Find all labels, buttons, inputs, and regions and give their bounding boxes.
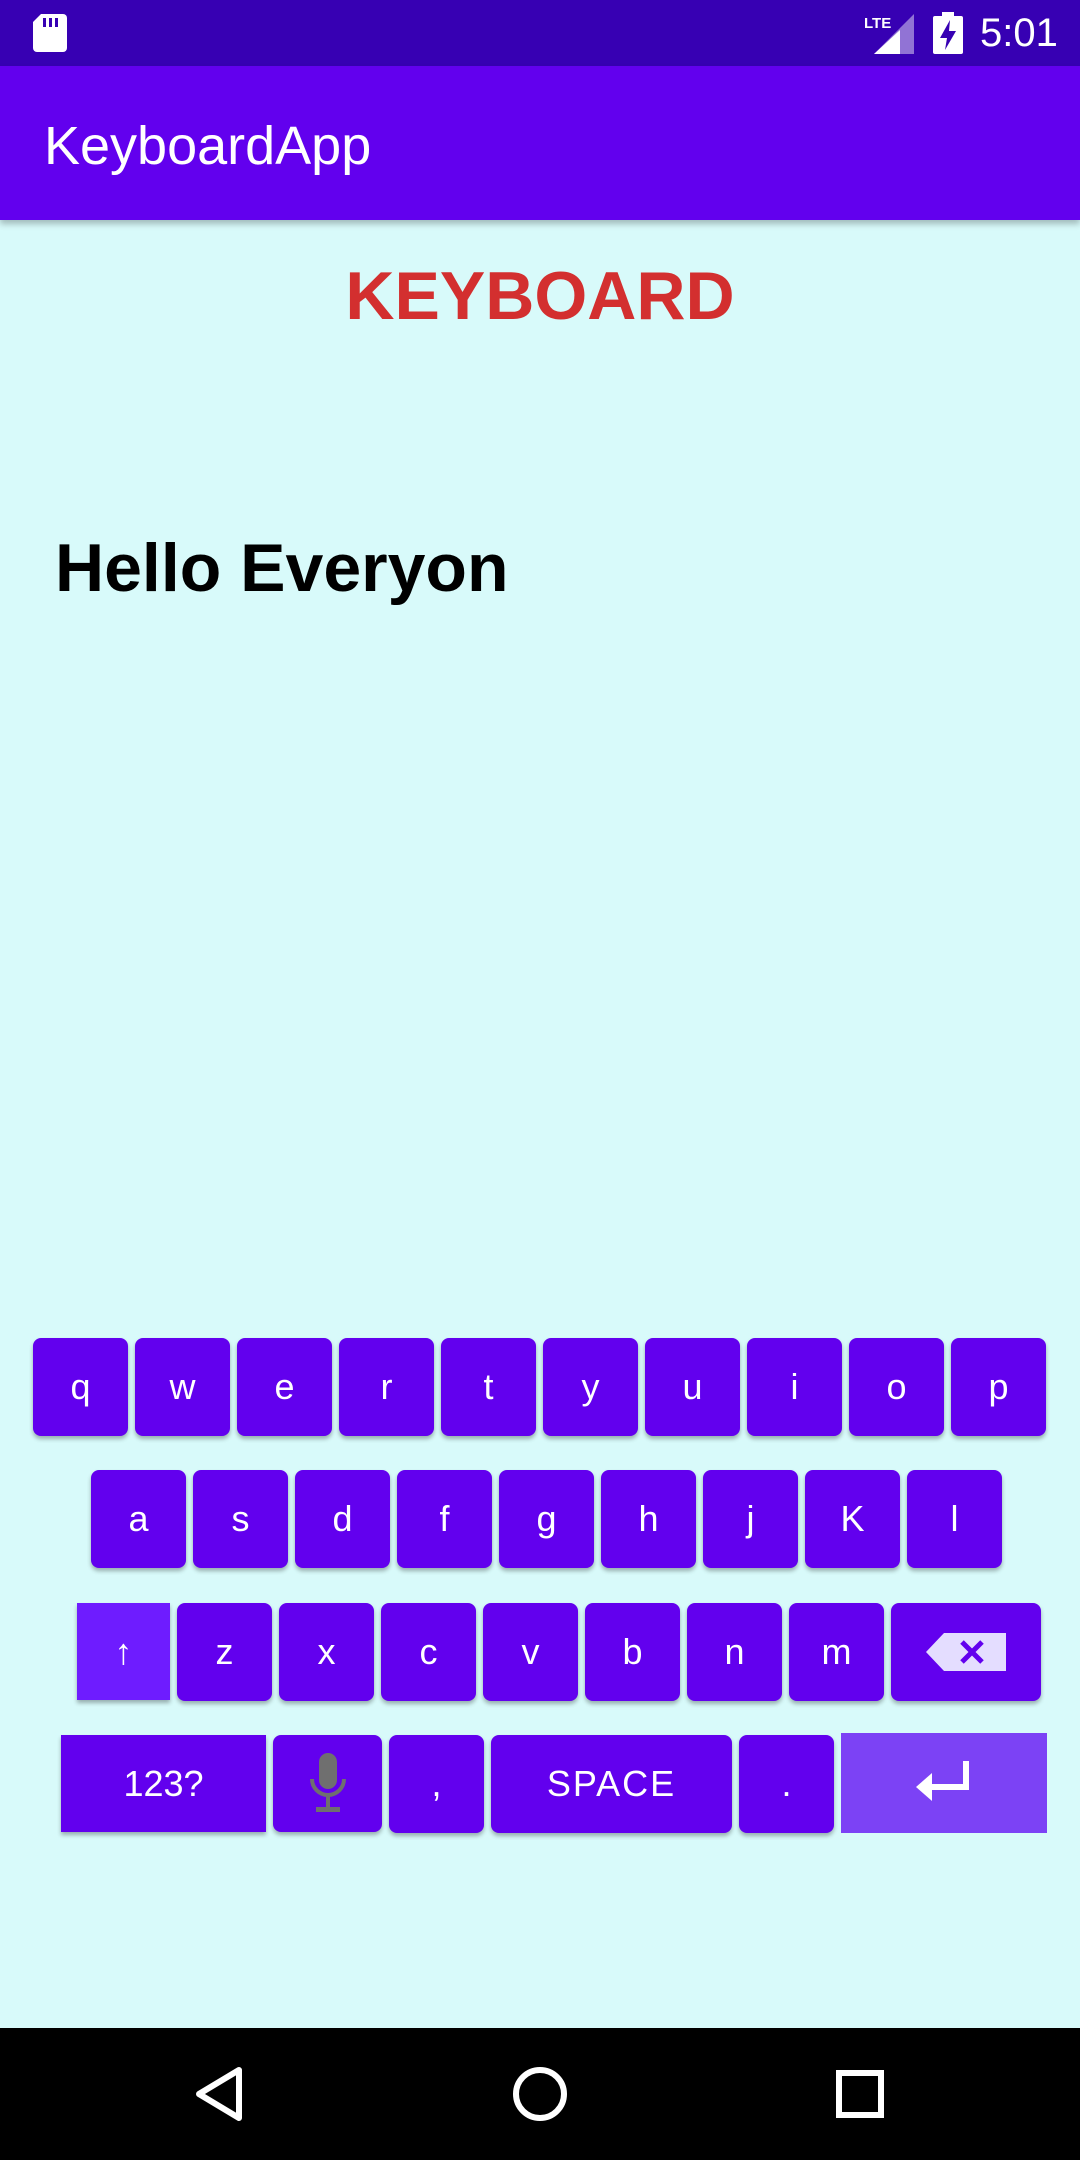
symbols-key[interactable]: 123? bbox=[61, 1735, 266, 1832]
key-q[interactable]: q bbox=[33, 1338, 128, 1436]
key-u[interactable]: u bbox=[645, 1338, 740, 1436]
key-m[interactable]: m bbox=[789, 1603, 884, 1701]
key-k[interactable]: K bbox=[805, 1470, 900, 1568]
lte-signal-icon: LTE bbox=[864, 14, 914, 54]
back-icon[interactable] bbox=[189, 2062, 253, 2126]
key-r[interactable]: r bbox=[339, 1338, 434, 1436]
key-f[interactable]: f bbox=[397, 1470, 492, 1568]
key-e[interactable]: e bbox=[237, 1338, 332, 1436]
key-b[interactable]: b bbox=[585, 1603, 680, 1701]
backspace-icon bbox=[926, 1633, 1006, 1671]
status-clock: 5:01 bbox=[980, 11, 1058, 55]
space-key[interactable]: SPACE bbox=[491, 1735, 732, 1833]
key-g[interactable]: g bbox=[499, 1470, 594, 1568]
key-p[interactable]: p bbox=[951, 1338, 1046, 1436]
app-title: KeyboardApp bbox=[44, 116, 372, 176]
shift-icon: ↑ bbox=[114, 1630, 133, 1672]
microphone-icon bbox=[309, 1752, 346, 1812]
key-w[interactable]: w bbox=[135, 1338, 230, 1436]
battery-charging-icon bbox=[933, 12, 963, 54]
key-j[interactable]: j bbox=[703, 1470, 798, 1568]
key-s[interactable]: s bbox=[193, 1470, 288, 1568]
key-l[interactable]: l bbox=[907, 1470, 1002, 1568]
key-x[interactable]: x bbox=[279, 1603, 374, 1701]
key-d[interactable]: d bbox=[295, 1470, 390, 1568]
app-bar: KeyboardApp bbox=[0, 66, 1080, 220]
home-icon[interactable] bbox=[508, 2062, 572, 2126]
key-n[interactable]: n bbox=[687, 1603, 782, 1701]
recents-icon[interactable] bbox=[828, 2062, 892, 2126]
enter-icon bbox=[916, 1761, 969, 1801]
navigation-bar bbox=[0, 2028, 1080, 2160]
backspace-key[interactable] bbox=[891, 1603, 1041, 1701]
key-z[interactable]: z bbox=[177, 1603, 272, 1701]
microphone-key[interactable] bbox=[273, 1735, 382, 1832]
period-key[interactable]: . bbox=[739, 1735, 834, 1833]
comma-key[interactable]: , bbox=[389, 1735, 484, 1833]
key-y[interactable]: y bbox=[543, 1338, 638, 1436]
page-heading: KEYBOARD bbox=[345, 258, 735, 334]
key-o[interactable]: o bbox=[849, 1338, 944, 1436]
keyboard: q w e r t y u i o p a s d f g h j K l ↑ … bbox=[0, 1320, 1080, 1860]
shift-key[interactable]: ↑ bbox=[77, 1603, 170, 1700]
key-t[interactable]: t bbox=[441, 1338, 536, 1436]
key-i[interactable]: i bbox=[747, 1338, 842, 1436]
key-h[interactable]: h bbox=[601, 1470, 696, 1568]
key-v[interactable]: v bbox=[483, 1603, 578, 1701]
key-a[interactable]: a bbox=[91, 1470, 186, 1568]
enter-key[interactable] bbox=[841, 1733, 1047, 1833]
typed-text-display: Hello Everyon bbox=[55, 530, 509, 606]
sd-card-icon bbox=[33, 14, 67, 52]
svg-text:LTE: LTE bbox=[864, 15, 891, 32]
key-c[interactable]: c bbox=[381, 1603, 476, 1701]
status-bar: LTE 5:01 bbox=[0, 0, 1080, 66]
